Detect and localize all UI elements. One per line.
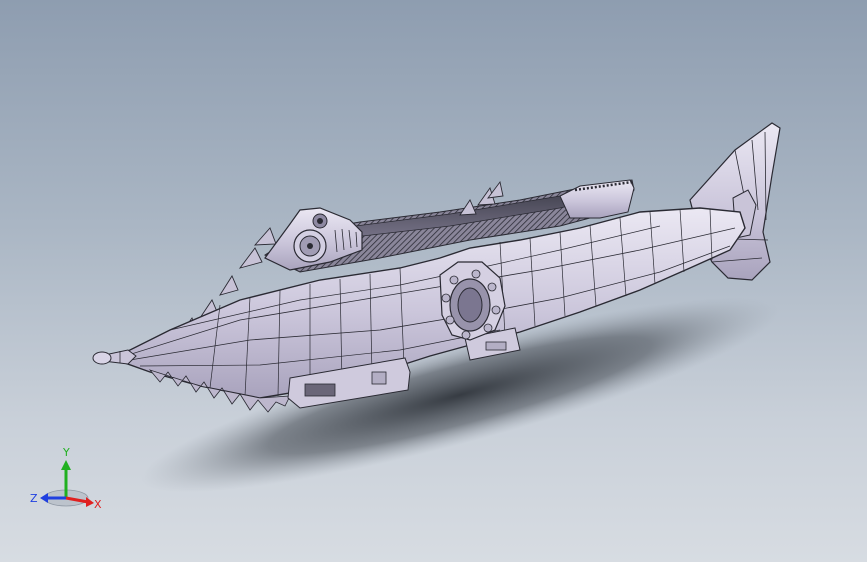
x-axis-label: X [94, 498, 102, 511]
side-viewport-hatch [439, 261, 506, 341]
nose-ram [92, 349, 137, 365]
z-axis-label: Z [30, 492, 38, 505]
submarine-model[interactable] [0, 0, 867, 562]
y-axis-label: Y [62, 446, 70, 459]
graphics-viewport[interactable]: Y X Z [0, 0, 867, 562]
coordinate-triad[interactable]: Y X Z [26, 440, 106, 520]
